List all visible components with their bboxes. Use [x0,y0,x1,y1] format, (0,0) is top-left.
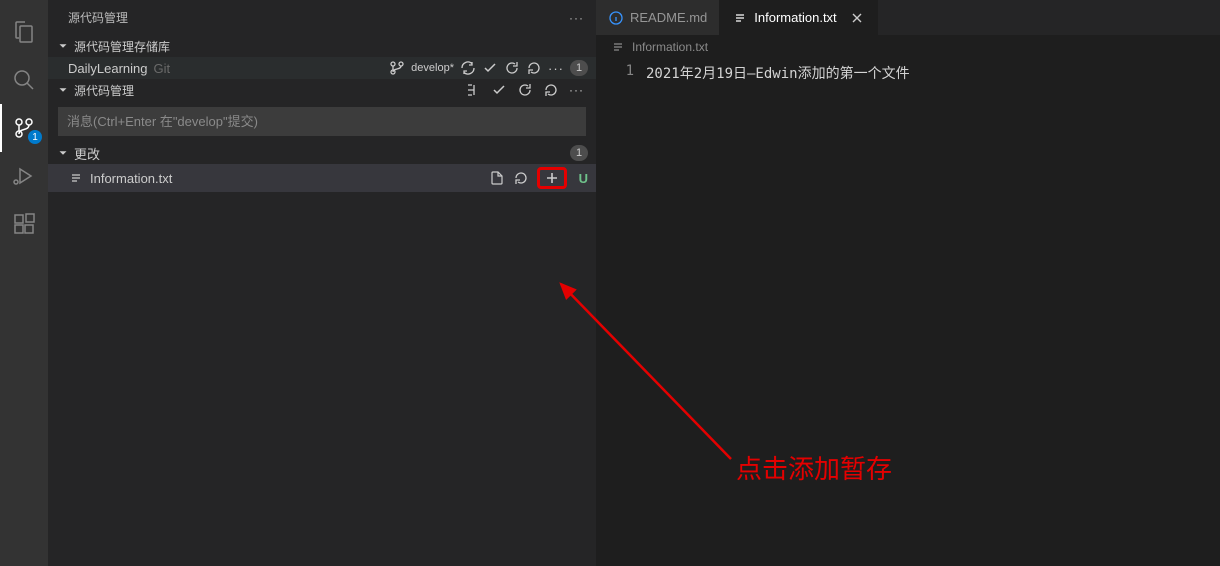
file-icon [610,39,626,55]
file-status-badge: U [579,171,588,186]
breadcrumb[interactable]: Information.txt [596,35,1220,59]
tab-label: Information.txt [754,10,836,25]
commit-check-icon[interactable] [482,60,498,76]
changed-file-name: Information.txt [90,171,172,186]
search-icon[interactable] [0,56,48,104]
extensions-icon[interactable] [0,200,48,248]
tab-bar: README.md Information.txt [596,0,1220,35]
info-icon [608,10,624,26]
chevron-down-icon [56,146,70,160]
chevron-down-icon [56,83,70,97]
annotation-text: 点击添加暂存 [736,449,892,486]
changes-section-header[interactable]: 更改 1 [48,142,596,164]
scm-icon[interactable]: 1 [0,104,48,152]
sidebar-header: 源代码管理 ··· [48,0,596,35]
sync-icon[interactable] [460,60,476,76]
branch-name[interactable]: develop* [411,62,454,74]
tab-label: README.md [630,10,707,25]
refresh-counter-icon[interactable] [543,82,559,98]
code-line[interactable]: 2021年2月19日—Edwin添加的第一个文件 [646,59,910,566]
refresh-icon[interactable] [504,60,520,76]
open-file-icon[interactable] [489,170,505,186]
file-icon [68,170,84,186]
repos-section-header[interactable]: 源代码管理存储库 [48,35,596,57]
activity-bar: 1 [0,0,48,566]
scm-more-icon[interactable]: ··· [569,83,584,97]
breadcrumb-file: Information.txt [632,40,708,54]
changed-file-row[interactable]: Information.txt U [48,164,596,192]
scm-badge: 1 [28,130,42,144]
scm-section-header[interactable]: 源代码管理 ··· [48,79,596,101]
sidebar: 源代码管理 ··· 源代码管理存储库 DailyLearning Git dev… [48,0,596,566]
editor-content[interactable]: 1 2021年2月19日—Edwin添加的第一个文件 点击添加暂存 [596,59,1220,566]
close-icon[interactable] [849,10,865,26]
refresh-counter-icon[interactable] [526,60,542,76]
repo-more-icon[interactable]: ··· [548,61,564,76]
stage-plus-button[interactable] [537,167,567,189]
sidebar-title: 源代码管理 [68,9,128,26]
discard-icon[interactable] [513,170,529,186]
repo-name: DailyLearning [68,61,148,76]
tab-information[interactable]: Information.txt [720,0,877,35]
changes-count-badge: 1 [570,145,588,161]
tab-readme[interactable]: README.md [596,0,720,35]
commit-check-icon[interactable] [491,82,507,98]
chevron-down-icon [56,39,70,53]
debug-icon[interactable] [0,152,48,200]
repo-provider: Git [154,61,171,76]
scm-section-title: 源代码管理 [74,82,134,99]
more-icon[interactable]: ··· [569,11,584,25]
tree-view-icon[interactable] [465,82,481,98]
repo-count-badge: 1 [570,60,588,76]
editor-area: README.md Information.txt Information.tx… [596,0,1220,566]
changes-title: 更改 [74,144,100,163]
line-number: 1 [596,59,646,566]
branch-icon[interactable] [389,60,405,76]
repos-section-title: 源代码管理存储库 [74,38,170,55]
file-icon [732,10,748,26]
repo-row[interactable]: DailyLearning Git develop* ··· 1 [48,57,596,79]
refresh-icon[interactable] [517,82,533,98]
commit-message-input[interactable] [58,107,586,136]
explorer-icon[interactable] [0,8,48,56]
